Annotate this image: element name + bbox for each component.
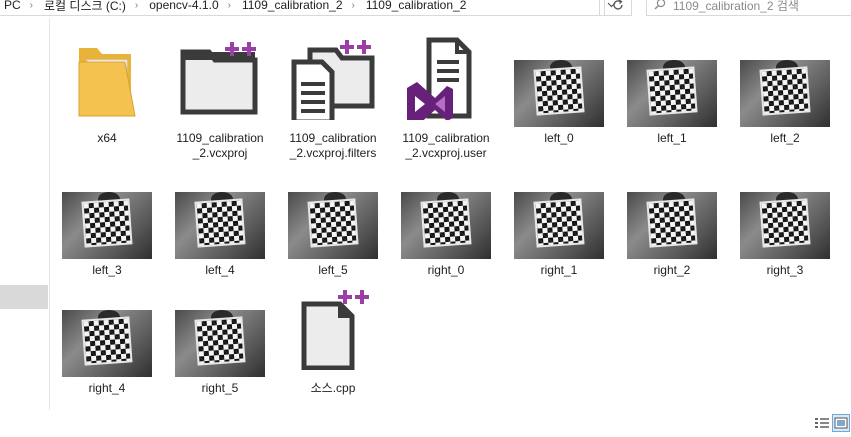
breadcrumb-calibration-current[interactable]: 1109_calibration_2 [362, 0, 469, 12]
file-name: left_5 [318, 263, 348, 277]
refresh-icon[interactable] [604, 0, 632, 16]
image-thumbnail [62, 310, 152, 377]
file-item[interactable]: left_1 [619, 30, 725, 150]
breadcrumb-calibration-parent[interactable]: 1109_calibration_2 [238, 0, 345, 12]
image-thumbnail [62, 192, 152, 259]
navigation-selected-item[interactable] [0, 285, 48, 309]
folder-icon [75, 42, 139, 131]
file-item[interactable]: x64 [54, 30, 160, 150]
breadcrumb-pc[interactable]: PC [0, 0, 23, 12]
file-item[interactable]: right_1 [506, 162, 612, 282]
file-item[interactable]: right_5 [167, 280, 273, 400]
chevron-right-icon[interactable]: › [128, 0, 145, 11]
file-name: right_1 [540, 263, 578, 277]
image-thumbnail [514, 192, 604, 259]
file-name: 1109_calibration _2.vcxproj [167, 131, 273, 161]
chevron-right-icon[interactable]: › [221, 0, 238, 11]
pane-divider[interactable] [49, 18, 50, 410]
breadcrumb-local-disk[interactable]: 로컬 디스크 (C:) [40, 0, 128, 14]
file-name-line: 1109_calibration [402, 131, 490, 145]
search-input[interactable]: 1109_calibration_2 검색 [646, 0, 851, 16]
image-thumbnail [288, 192, 378, 259]
details-view-icon[interactable] [813, 414, 831, 432]
file-name: left_3 [92, 263, 122, 277]
image-thumbnail [740, 192, 830, 259]
address-bar[interactable]: PC › 로컬 디스크 (C:) › opencv-4.1.0 › 1109_c… [0, 0, 600, 16]
file-item[interactable]: left_3 [54, 162, 160, 282]
file-item[interactable]: 1109_calibration _2.vcxproj.filters [280, 30, 386, 160]
file-name-line: _2.vcxproj [192, 146, 248, 160]
file-item[interactable]: left_5 [280, 162, 386, 282]
file-name: left_0 [544, 131, 574, 145]
toolbar: PC › 로컬 디스크 (C:) › opencv-4.1.0 › 1109_c… [0, 0, 851, 18]
image-thumbnail [740, 60, 830, 127]
filters-file-icon [288, 36, 378, 125]
file-name: right_5 [201, 381, 239, 395]
image-thumbnail [401, 192, 491, 259]
file-name: right_0 [427, 263, 465, 277]
image-thumbnail [175, 310, 265, 377]
file-name-line: 1109_calibration [176, 131, 264, 145]
vcxproj-file-icon [175, 36, 265, 125]
file-item[interactable]: 소스.cpp [280, 280, 386, 400]
file-name: right_3 [766, 263, 804, 277]
image-thumbnail [627, 60, 717, 127]
breadcrumb-opencv[interactable]: opencv-4.1.0 [145, 0, 220, 12]
file-name: right_2 [653, 263, 691, 277]
chevron-right-icon[interactable]: › [23, 0, 40, 11]
image-thumbnail [627, 192, 717, 259]
file-item[interactable]: right_3 [732, 162, 838, 282]
file-name: 1109_calibration _2.vcxproj.filters [280, 131, 386, 161]
visual-studio-user-file-icon [401, 36, 491, 126]
search-icon[interactable] [647, 0, 673, 13]
file-grid: x64 1109_calibration _2.vcxproj 1109_cali… [60, 30, 850, 410]
chevron-right-icon[interactable]: › [345, 0, 362, 11]
file-item[interactable]: 1109_calibration _2.vcxproj [167, 30, 273, 160]
file-name: 소스.cpp [310, 381, 356, 395]
file-item[interactable]: left_4 [167, 162, 273, 282]
file-name: x64 [97, 131, 117, 145]
file-name: left_4 [205, 263, 235, 277]
file-item[interactable]: right_4 [54, 280, 160, 400]
file-name-line: 1109_calibration [289, 131, 377, 145]
image-thumbnail [175, 192, 265, 259]
file-item[interactable]: right_2 [619, 162, 725, 282]
file-name: left_1 [657, 131, 687, 145]
file-name: right_4 [88, 381, 126, 395]
file-name-line: _2.vcxproj.filters [289, 146, 377, 160]
file-item[interactable]: left_2 [732, 30, 838, 150]
file-name-line: _2.vcxproj.user [405, 146, 487, 160]
file-item[interactable]: 1109_calibration _2.vcxproj.user [393, 30, 499, 160]
file-name: left_2 [770, 131, 800, 145]
search-placeholder: 1109_calibration_2 검색 [673, 0, 799, 13]
large-icons-view-icon[interactable] [832, 414, 850, 432]
file-item[interactable]: right_0 [393, 162, 499, 282]
file-name: 1109_calibration _2.vcxproj.user [393, 131, 499, 161]
image-thumbnail [514, 60, 604, 127]
cpp-file-icon [288, 286, 378, 375]
file-item[interactable]: left_0 [506, 30, 612, 150]
navigation-pane[interactable] [0, 18, 48, 413]
